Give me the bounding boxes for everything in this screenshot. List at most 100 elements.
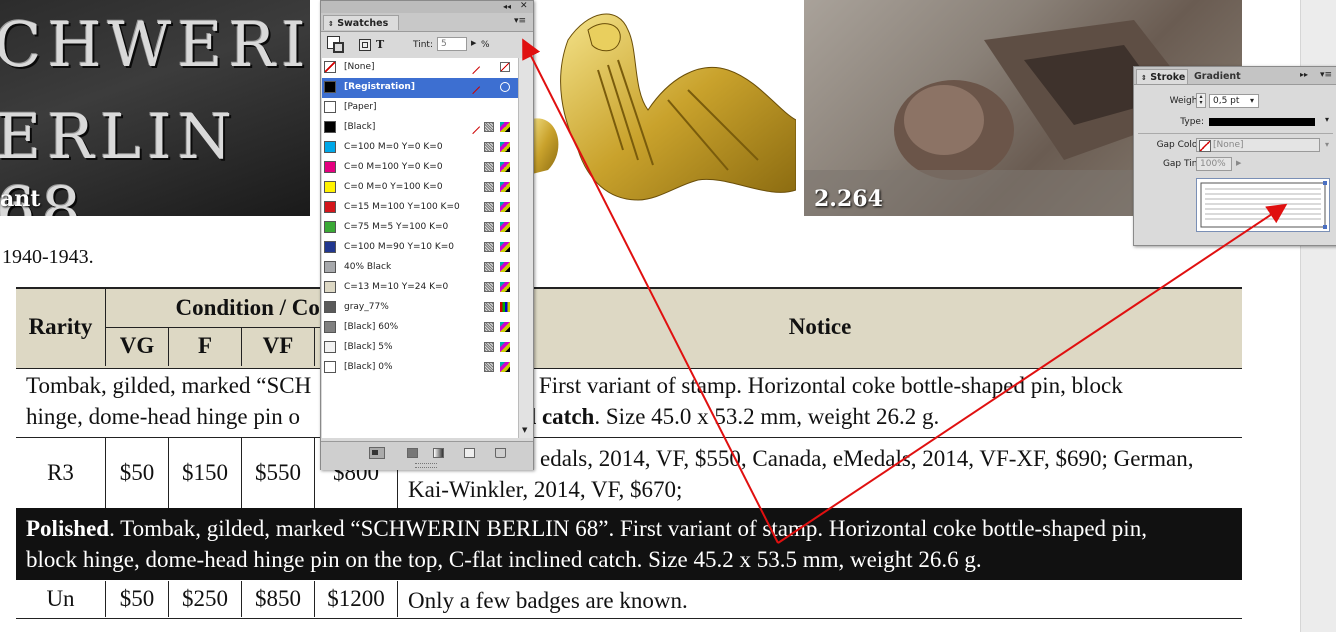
swatch-row[interactable]: [None] <box>322 58 518 78</box>
swatch-name: C=0 M=100 Y=0 K=0 <box>344 162 443 172</box>
tab-stroke[interactable]: ⇕ Stroke <box>1136 69 1188 84</box>
swatch-chip <box>324 101 336 113</box>
swatch-row[interactable]: C=100 M=0 Y=0 K=0 <box>322 138 518 158</box>
swatch-chip <box>324 261 336 273</box>
tint-field[interactable]: 5 <box>437 37 467 51</box>
swatch-chip <box>324 241 336 253</box>
type-select[interactable] <box>1209 118 1315 126</box>
new-swatch-icon[interactable] <box>464 448 475 458</box>
color-mode-icon <box>484 302 494 312</box>
swatch-row[interactable]: C=15 M=100 Y=100 K=0 <box>322 198 518 218</box>
tint-arrow-icon[interactable]: ▶ <box>471 39 476 47</box>
row2-description: Polished. Tombak, gilded, marked “SCHWER… <box>16 508 1242 580</box>
gap-color-field[interactable]: [None] <box>1196 138 1320 152</box>
row1-desc-part2: ”. First variant of stamp. Horizontal co… <box>517 373 1123 398</box>
color-mode-icon <box>484 362 494 372</box>
text-format-icon[interactable]: T <box>376 38 384 51</box>
swatch-chip <box>324 301 336 313</box>
delete-swatch-icon[interactable] <box>495 448 506 458</box>
swatch-list: [None] [Registration] [Paper] [Black] C=100 … <box>322 58 518 438</box>
swatch-chip <box>324 201 336 213</box>
panel-title-bar[interactable]: ◂◂ ✕ <box>321 1 533 13</box>
swatch-row[interactable]: [Paper] <box>322 98 518 118</box>
color-swatch-icon[interactable] <box>407 448 418 458</box>
chevron-down-icon[interactable]: ▾ <box>1250 96 1254 105</box>
fill-stroke-icon[interactable] <box>327 36 345 54</box>
row2-desc-bold: Polished <box>26 516 110 541</box>
cmyk-process-icon <box>500 322 510 332</box>
swatch-chip <box>324 141 336 153</box>
chevron-down-icon[interactable]: ▾ <box>1325 115 1329 124</box>
color-mode-icon <box>484 122 494 132</box>
close-icon[interactable]: ✕ <box>520 1 528 11</box>
row1-rarity: R3 <box>47 460 74 485</box>
show-all-icon[interactable] <box>369 447 385 459</box>
swatch-list-scrollbar[interactable]: ▼ <box>518 58 533 438</box>
swatch-row[interactable]: [Black] 5% <box>322 338 518 358</box>
swatch-row[interactable]: [Black] 60% <box>322 318 518 338</box>
swatch-row[interactable]: 40% Black <box>322 258 518 278</box>
color-mode-icon <box>484 282 494 292</box>
panel-menu-icon[interactable]: ▾≡ <box>1320 70 1332 80</box>
swatch-row[interactable]: C=13 M=10 Y=24 K=0 <box>322 278 518 298</box>
collapse-icon[interactable]: ▸▸ <box>1300 70 1308 79</box>
tint-unit: % <box>481 40 490 50</box>
photo-label-2264: 2.264 <box>814 186 883 212</box>
swatch-row[interactable]: gray_77% <box>322 298 518 318</box>
cmyk-process-icon <box>500 362 510 372</box>
cmyk-process-icon <box>500 282 510 292</box>
color-mode-icon <box>484 162 494 172</box>
tab-gradient[interactable]: Gradient <box>1190 69 1250 84</box>
row2-xf: $1200 <box>327 586 385 611</box>
panel-resize-grip[interactable] <box>415 463 437 468</box>
gap-color-label: Gap Color: <box>1156 140 1204 150</box>
row1-vf: $550 <box>255 460 301 485</box>
photo-label-1: ant <box>0 186 41 212</box>
swatch-name: C=75 M=5 Y=100 K=0 <box>344 222 449 232</box>
swatch-name: [Black] 0% <box>344 362 393 372</box>
header-vg: VG <box>119 333 155 358</box>
tint-arrow-icon[interactable]: ▶ <box>1236 159 1241 167</box>
color-mode-icon <box>484 322 494 332</box>
scroll-down-icon[interactable]: ▼ <box>522 426 527 434</box>
swatch-name: C=13 M=10 Y=24 K=0 <box>344 282 449 292</box>
swatch-name: [Black] 5% <box>344 342 393 352</box>
none-swatch-icon <box>500 62 510 72</box>
container-format-icon[interactable] <box>359 39 371 51</box>
weight-stepper[interactable]: ▴ ▾ <box>1196 93 1206 108</box>
chevron-down-icon[interactable]: ▾ <box>1325 140 1329 149</box>
header-rarity: Rarity <box>28 313 93 339</box>
swatch-chip <box>324 281 336 293</box>
row1-desc-part4: . Size 45.0 x 53.2 mm, weight 26.2 g. <box>594 404 940 429</box>
stroke-panel: ⇕ Stroke Gradient ▸▸ ▾≡ Weight: ▴ ▾ 0,5 p… <box>1133 66 1336 246</box>
reg-no-edit-icon <box>465 79 481 95</box>
swatches-panel: ◂◂ ✕ ⇕ Swatches ▾≡ T Tint: 5 ▶ % [None] [… <box>320 0 534 470</box>
color-mode-icon <box>484 262 494 272</box>
swatch-chip <box>324 121 336 133</box>
cmyk-process-icon <box>500 182 510 192</box>
engraving-line-2: ERLIN 68 <box>0 100 238 216</box>
swatch-name: C=0 M=0 Y=100 K=0 <box>344 182 443 192</box>
tab-swatches[interactable]: ⇕ Swatches <box>323 15 399 30</box>
collapse-icon[interactable]: ◂◂ <box>503 2 511 11</box>
swatch-row[interactable]: C=75 M=5 Y=100 K=0 <box>322 218 518 238</box>
document-page: CHWERIN ERLIN 68 ant <box>0 0 1300 632</box>
gradient-swatch-icon[interactable] <box>433 448 444 458</box>
swatch-row[interactable]: C=0 M=100 Y=0 K=0 <box>322 158 518 178</box>
gap-tint-label: Gap Tint: <box>1162 159 1204 169</box>
swatch-row[interactable]: C=100 M=90 Y=10 K=0 <box>322 238 518 258</box>
swatch-chip <box>324 181 336 193</box>
tint-label: Tint: <box>413 40 433 50</box>
swatch-name: [None] <box>344 62 375 72</box>
gap-tint-field[interactable]: 100% <box>1196 157 1232 171</box>
panel-menu-icon[interactable]: ▾≡ <box>514 16 526 26</box>
color-mode-icon <box>484 242 494 252</box>
row2-f: $250 <box>182 586 228 611</box>
cmyk-process-icon <box>500 202 510 212</box>
swatch-row[interactable]: C=0 M=0 Y=100 K=0 <box>322 178 518 198</box>
swatch-row[interactable]: [Black] <box>322 118 518 138</box>
swatch-name: 40% Black <box>344 262 392 272</box>
swatch-row[interactable]: [Black] 0% <box>322 358 518 378</box>
swatch-row[interactable]: [Registration] <box>322 78 518 98</box>
type-label: Type: <box>1180 117 1204 127</box>
